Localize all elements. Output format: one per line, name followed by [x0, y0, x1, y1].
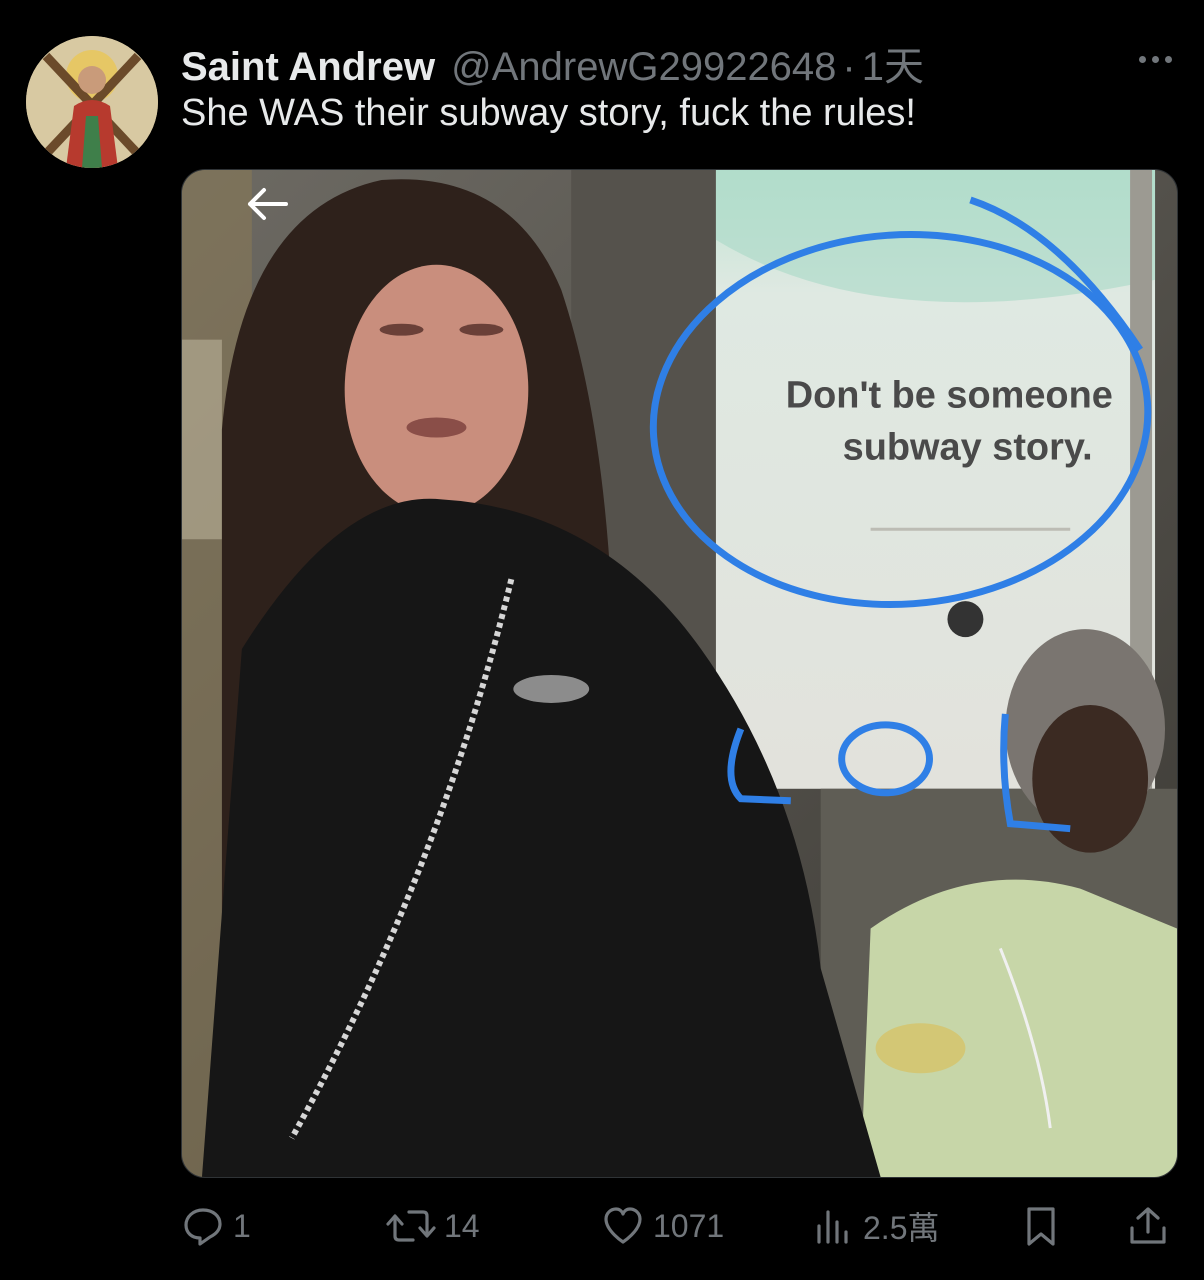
- reply-button[interactable]: 1: [181, 1196, 251, 1256]
- sign-text-line1: Don't be someone: [786, 375, 1113, 417]
- action-bar: 1 14 1071 2.5萬: [181, 1196, 1178, 1256]
- tweet-header: Saint Andrew @AndrewG29922648 · 1天: [181, 34, 924, 89]
- share-button[interactable]: [1126, 1196, 1170, 1256]
- retweet-icon: [386, 1210, 436, 1242]
- separator-dot: ·: [842, 45, 856, 89]
- media-image: Don't be someone subway story.: [182, 170, 1177, 1177]
- avatar-image: [26, 36, 158, 168]
- back-arrow-icon[interactable]: [240, 180, 296, 228]
- user-handle[interactable]: @AndrewG29922648: [451, 45, 836, 90]
- like-count: 1071: [653, 1207, 725, 1244]
- like-button[interactable]: 1071: [601, 1196, 724, 1256]
- tweet-text: She WAS their subway story, fuck the rul…: [181, 92, 916, 134]
- views-button[interactable]: 2.5萬: [811, 1196, 940, 1256]
- retweet-count: 14: [444, 1207, 480, 1244]
- retweet-button[interactable]: 14: [386, 1196, 480, 1256]
- more-options-icon[interactable]: [1130, 44, 1180, 74]
- heart-icon: [604, 1207, 642, 1244]
- sign-text-line2: subway story.: [843, 426, 1093, 468]
- views-chart-icon: [817, 1210, 848, 1244]
- timestamp[interactable]: 1天: [862, 34, 924, 92]
- share-icon: [1130, 1207, 1166, 1244]
- reply-count: 1: [233, 1207, 251, 1244]
- reply-icon: [184, 1208, 222, 1246]
- avatar[interactable]: [26, 36, 158, 168]
- bookmark-button[interactable]: [1019, 1196, 1063, 1256]
- display-name[interactable]: Saint Andrew: [181, 45, 435, 90]
- bookmark-icon: [1027, 1207, 1055, 1246]
- tweet-media[interactable]: Don't be someone subway story.: [181, 169, 1178, 1178]
- views-count: 2.5萬: [863, 1210, 940, 1246]
